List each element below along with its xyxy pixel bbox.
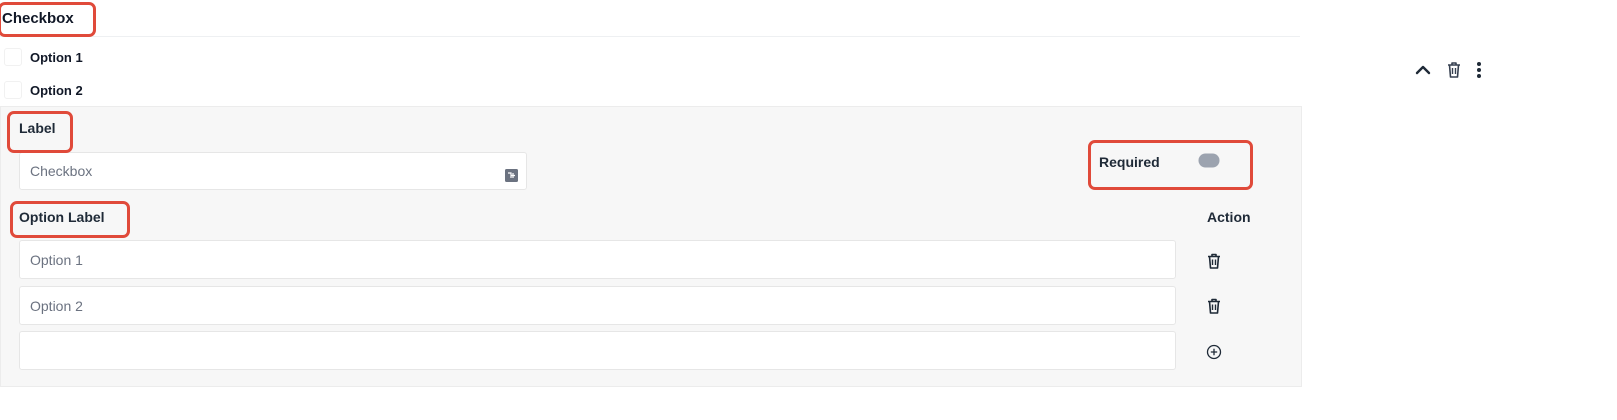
chevron-up-icon[interactable] — [1413, 60, 1433, 80]
label-heading: Label — [19, 120, 56, 136]
plus-circle-icon[interactable] — [1205, 343, 1223, 361]
required-label: Required — [1099, 154, 1160, 170]
option-input[interactable] — [20, 287, 1170, 324]
trash-icon[interactable] — [1444, 60, 1464, 80]
label-input[interactable] — [20, 153, 510, 189]
checkbox-option-label: Option 1 — [30, 49, 83, 65]
trash-icon[interactable] — [1205, 252, 1223, 270]
divider — [0, 36, 1300, 37]
field-title: Checkbox — [2, 10, 74, 27]
checkbox-option-2[interactable]: Option 2 — [4, 80, 83, 100]
kebab-menu-icon[interactable] — [1472, 60, 1486, 80]
option-row[interactable] — [19, 286, 1176, 325]
option-label-heading: Option Label — [19, 209, 105, 225]
action-heading: Action — [1207, 209, 1251, 225]
option-row[interactable] — [19, 240, 1176, 279]
checkbox-box[interactable] — [4, 48, 22, 66]
option-input[interactable] — [20, 241, 1170, 278]
label-field[interactable] — [19, 152, 527, 190]
checkbox-box[interactable] — [4, 81, 22, 99]
trash-icon[interactable] — [1205, 297, 1223, 315]
checkbox-option-label: Option 2 — [30, 82, 83, 98]
option-row-new[interactable] — [19, 331, 1176, 370]
option-input[interactable] — [20, 332, 1170, 369]
variable-insert-icon[interactable] — [505, 169, 518, 182]
checkbox-option-1[interactable]: Option 1 — [4, 47, 83, 67]
required-toggle[interactable] — [1198, 153, 1220, 168]
